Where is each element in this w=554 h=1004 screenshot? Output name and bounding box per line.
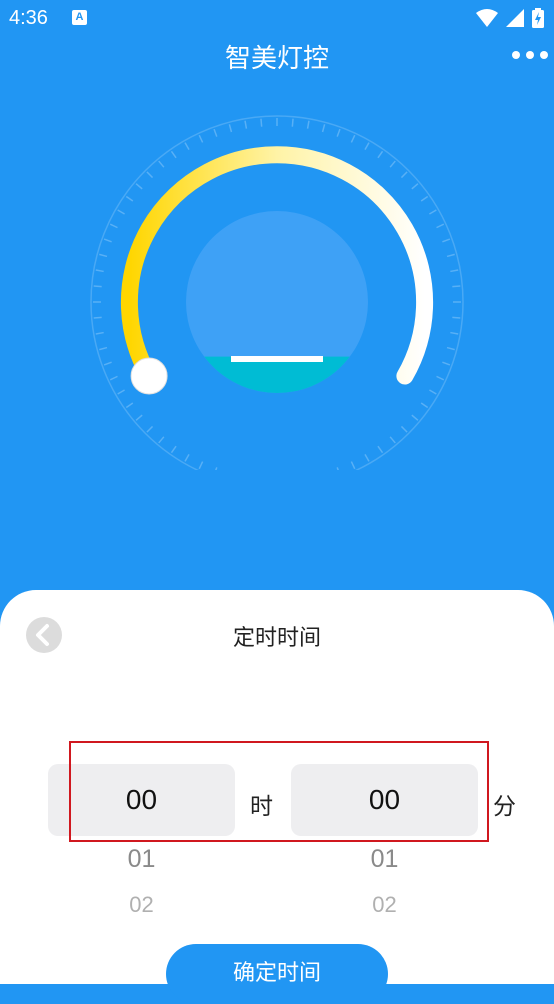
dial-tick [125, 402, 134, 409]
dial-tick [103, 361, 112, 366]
dial-tick [446, 253, 455, 258]
sheet-title: 定时时间 [232, 626, 321, 651]
dial-tick [377, 150, 384, 159]
dial-tick [99, 253, 108, 258]
dial-tick [109, 375, 118, 381]
minute-unit-label: 分 [493, 794, 516, 820]
dial-tick [336, 467, 339, 470]
dial-tick [93, 285, 102, 288]
dial-tick [135, 414, 143, 421]
hour-option[interactable]: 02 [48, 892, 235, 912]
dial-tick [450, 331, 459, 335]
dial-tick [135, 183, 143, 190]
dot-icon [512, 51, 520, 59]
dial-tick [95, 269, 104, 273]
dial-fill-level [186, 356, 368, 393]
dial-tick [291, 118, 294, 127]
minute-option[interactable]: 01 [291, 845, 478, 874]
dial-tick [146, 171, 154, 179]
dial-tick [446, 346, 455, 351]
notification-app-icon: A [72, 10, 87, 25]
dial-tick [400, 171, 408, 179]
dial-tick [436, 223, 445, 229]
dial-tick [215, 467, 218, 470]
wifi-icon [476, 9, 498, 27]
dial-tick [158, 436, 165, 444]
dial-tick [364, 142, 370, 150]
dial-tick [442, 361, 451, 366]
dial-tick [450, 269, 459, 273]
status-bar: 4:36 A [0, 0, 554, 36]
dial-tick [198, 134, 204, 143]
dial-tick [228, 124, 233, 133]
dot-icon [540, 51, 548, 59]
dial-tick [442, 238, 451, 243]
dial-tick [411, 414, 419, 421]
status-time: 4:36 [9, 7, 48, 29]
dial-tick [198, 461, 204, 470]
dial-tick [350, 134, 356, 143]
more-options-button[interactable] [508, 45, 552, 65]
dial-tick [213, 128, 218, 137]
dial-level-marker [231, 356, 323, 362]
timer-sheet: 定时时间 00 时 00 分 01 02 01 02 确定时间 [0, 590, 554, 1004]
dial-tick [103, 238, 112, 243]
dial-tick [244, 120, 248, 129]
dial-tick [99, 346, 108, 351]
dial-tick [184, 454, 190, 462]
dial-tick [95, 331, 104, 335]
status-icons [476, 8, 544, 28]
dial-tick [350, 461, 356, 470]
dial-tick [336, 128, 341, 137]
dial-tick [429, 389, 437, 395]
selection-highlight-box [69, 741, 489, 842]
dial-tick [429, 209, 437, 215]
confirm-time-button[interactable]: 确定时间 [166, 944, 388, 1004]
brightness-dial[interactable] [0, 110, 554, 470]
dial-tick [452, 285, 461, 288]
dial-tick [117, 209, 125, 215]
dial-tick [306, 120, 310, 129]
dial-tick [109, 223, 118, 229]
dial-tick [260, 118, 263, 127]
dot-icon [526, 51, 534, 59]
dial-tick [452, 316, 461, 319]
dial-tick [125, 195, 134, 202]
dial-tick [158, 160, 165, 168]
dial-knob[interactable] [130, 357, 168, 395]
dial-tick [389, 160, 396, 168]
dial-tick [93, 316, 102, 319]
dial-tick [321, 124, 326, 133]
cell-signal-icon [506, 9, 524, 27]
dial-tick [146, 425, 154, 433]
dial-tick [400, 425, 408, 433]
dial-tick [436, 375, 445, 381]
dial-tick [420, 402, 429, 409]
dial-tick [170, 445, 177, 454]
dial-tick [117, 389, 125, 395]
dial-tick [377, 445, 384, 454]
dial-tick [184, 142, 190, 150]
dial-tick [170, 150, 177, 159]
app-title: 智美灯控 [224, 44, 329, 74]
minute-option[interactable]: 02 [291, 892, 478, 912]
hour-option[interactable]: 01 [48, 845, 235, 874]
dial-tick [411, 183, 419, 190]
dial-tick [389, 436, 396, 444]
battery-icon [532, 8, 544, 28]
dial-tick [420, 195, 429, 202]
dial-tick [364, 454, 370, 462]
